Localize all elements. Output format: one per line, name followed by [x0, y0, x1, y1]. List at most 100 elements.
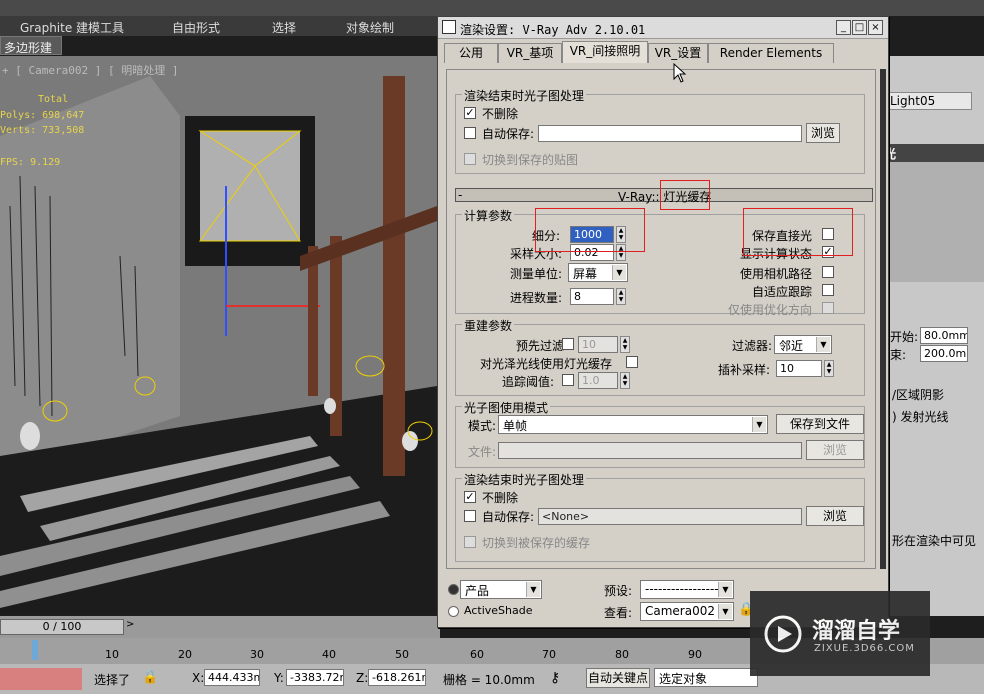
key-icon[interactable]: ⚷ — [550, 670, 560, 686]
tab-common[interactable]: 公用 — [444, 43, 498, 63]
stat-total: Total — [38, 94, 69, 105]
stat-polys: Polys: 698,647 — [0, 110, 85, 121]
start-input[interactable]: 80.0mm — [920, 327, 968, 344]
y-coord[interactable]: -3383.72m — [286, 669, 344, 686]
polygon-modeling-tab[interactable]: 多边形建模 — [0, 36, 62, 72]
dialog-tabs: 公用 VR_基项 VR_间接照明 VR_设置 Render Elements — [438, 39, 888, 63]
activeshade-radio[interactable] — [448, 606, 459, 617]
retrace-spinner[interactable]: ▲ ▼ — [620, 372, 630, 389]
watermark-name: 溜溜自学 — [812, 619, 901, 644]
ribbon-tab-object-paint[interactable]: 对象绘制 — [346, 19, 394, 36]
ribbon-tab-selection[interactable]: 选择 — [272, 19, 296, 36]
auto-key-button[interactable]: 自动关键点 — [586, 668, 650, 688]
end-dont-delete-checkbox[interactable]: ✓ — [464, 491, 476, 503]
adaptive-checkbox[interactable] — [822, 284, 834, 296]
selection-set-dropdown[interactable]: 选定对象 — [654, 668, 758, 687]
next-frame-icon[interactable]: > — [126, 619, 138, 635]
viewport-label[interactable]: + [ Camera002 ] [ 明暗处理 ] — [2, 62, 178, 78]
camera-viewport[interactable]: + [ Camera002 ] [ 明暗处理 ] Total Polys: 69… — [0, 56, 437, 614]
z-coord[interactable]: -618.261m — [368, 669, 426, 686]
file-label: 文件: — [468, 445, 497, 459]
save-to-file-button[interactable]: 保存到文件 — [776, 414, 864, 434]
mode-dropdown[interactable]: 单帧 ▼ — [498, 415, 768, 434]
tab-render-elements[interactable]: Render Elements — [708, 43, 834, 63]
preset-dropdown[interactable]: ------------------ ▼ — [640, 580, 734, 599]
end-switch-checkbox[interactable] — [464, 536, 476, 548]
group-title: 光子图使用模式 — [462, 399, 551, 416]
file-browse-button[interactable]: 浏览 — [806, 440, 864, 460]
product-dropdown[interactable]: 产品 ▼ — [460, 580, 542, 599]
scene-render — [0, 56, 437, 614]
switch-label: 切换到保存的贴图 — [482, 153, 579, 167]
maximize-icon[interactable]: □ — [852, 20, 867, 35]
end-auto-save-label: 自动保存: — [482, 510, 535, 524]
tick-10: 10 — [105, 648, 119, 661]
render-setup-dialog: 渲染设置: V-Ray Adv 2.10.01 _ □ × 公用 VR_基项 V… — [437, 16, 889, 628]
lock-icon[interactable]: 🔒 — [142, 670, 158, 685]
prefilter-checkbox[interactable] — [562, 338, 574, 350]
render-visible-note: 形在渲染中可见 — [892, 534, 977, 548]
prefilter-input[interactable]: 10 — [578, 336, 618, 353]
mode-label: 模式: — [468, 419, 497, 433]
group-post-render: 渲染结束时光子图处理 ✓ 不删除 自动保存: <None> 浏览 切换到被保存的… — [455, 471, 865, 562]
object-name-field[interactable]: Light05 — [886, 92, 972, 110]
main-toolbar — [0, 0, 984, 16]
prefilter-label: 预先过滤: — [516, 339, 569, 353]
ribbon-tab-freeform[interactable]: 自由形式 — [172, 19, 220, 36]
opt-dir-checkbox[interactable] — [822, 302, 834, 314]
scrollbar[interactable] — [880, 69, 886, 569]
glossy-checkbox[interactable] — [626, 356, 638, 368]
tab-vr-base[interactable]: VR_基项 — [498, 43, 562, 63]
tick-30: 30 — [250, 648, 264, 661]
interp-spinner[interactable]: ▲ ▼ — [824, 360, 834, 377]
group-title: 渲染结束时光子图处理 — [462, 471, 587, 488]
group-title: 计算参数 — [462, 207, 515, 224]
ribbon-tab-graphite[interactable]: Graphite 建模工具 — [20, 19, 124, 36]
retrace-input[interactable]: 1.0 — [578, 372, 618, 389]
end-switch-label: 切换到被保存的缓存 — [482, 536, 591, 550]
switch-checkbox[interactable] — [464, 153, 476, 165]
view-dropdown[interactable]: Camera002 ▼ — [640, 602, 734, 621]
panel-header: 光 — [880, 144, 984, 162]
browse-button[interactable]: 浏览 — [806, 123, 840, 143]
tick-60: 60 — [470, 648, 484, 661]
end-input[interactable]: 200.0mm — [920, 345, 968, 362]
prefilter-spinner[interactable]: ▲ ▼ — [620, 336, 630, 353]
time-slider[interactable]: 0 / 100 > — [0, 616, 440, 638]
retrace-checkbox[interactable] — [562, 374, 574, 386]
group-top-post-render: 渲染结束时光子图处理 ✓ 不删除 自动保存: 浏览 切换到保存的贴图 — [455, 87, 865, 174]
use-camera-checkbox[interactable] — [822, 266, 834, 278]
watermark: 溜溜自学 ZIXUE.3D66.COM — [750, 591, 930, 676]
filter-dropdown[interactable]: 邻近 ▼ — [774, 335, 832, 354]
tab-vr-gi[interactable]: VR_间接照明 — [562, 41, 648, 63]
auto-save-checkbox[interactable] — [464, 127, 476, 139]
tab-vr-settings[interactable]: VR_设置 — [648, 43, 708, 63]
minimize-icon[interactable]: _ — [836, 20, 851, 35]
group-mode: 光子图使用模式 模式: 单帧 ▼ 保存到文件 文件: 浏览 — [455, 399, 865, 468]
auto-save-path[interactable] — [538, 125, 802, 142]
file-path[interactable] — [498, 442, 802, 459]
graphite-ribbon: Graphite 建模工具 自由形式 选择 对象绘制 — [0, 16, 440, 36]
end-auto-save-checkbox[interactable] — [464, 510, 476, 522]
passes-spinner[interactable]: ▲ ▼ — [616, 288, 626, 305]
scale-dropdown[interactable]: 屏幕 ▼ — [568, 263, 628, 282]
passes-input[interactable]: 8 — [570, 288, 614, 305]
x-coord[interactable]: 444.433mr — [204, 669, 260, 686]
time-cursor[interactable] — [32, 640, 38, 660]
product-radio[interactable] — [448, 584, 459, 595]
close-icon[interactable]: × — [868, 20, 883, 35]
settings-scroll-area: 渲染结束时光子图处理 ✓ 不删除 自动保存: 浏览 切换到保存的贴图 - V-R… — [446, 69, 876, 569]
dont-delete-label: 不删除 — [482, 107, 519, 121]
start-label: 开始: — [890, 330, 919, 344]
highlight-rollout — [660, 180, 710, 210]
frame-counter[interactable]: 0 / 100 — [0, 619, 124, 635]
scale-label: 测量单位: — [510, 267, 563, 281]
maxscript-listener[interactable] — [0, 668, 82, 690]
dont-delete-checkbox[interactable]: ✓ — [464, 107, 476, 119]
end-browse-button[interactable]: 浏览 — [806, 506, 864, 526]
end-auto-save-path[interactable]: <None> — [538, 508, 802, 525]
interp-input[interactable]: 10 — [776, 360, 822, 377]
emit-light-label[interactable]: ) 发射光线 — [892, 408, 949, 425]
stat-fps: FPS: 9.129 — [0, 157, 61, 168]
dialog-titlebar[interactable]: 渲染设置: V-Ray Adv 2.10.01 _ □ × — [438, 17, 888, 39]
